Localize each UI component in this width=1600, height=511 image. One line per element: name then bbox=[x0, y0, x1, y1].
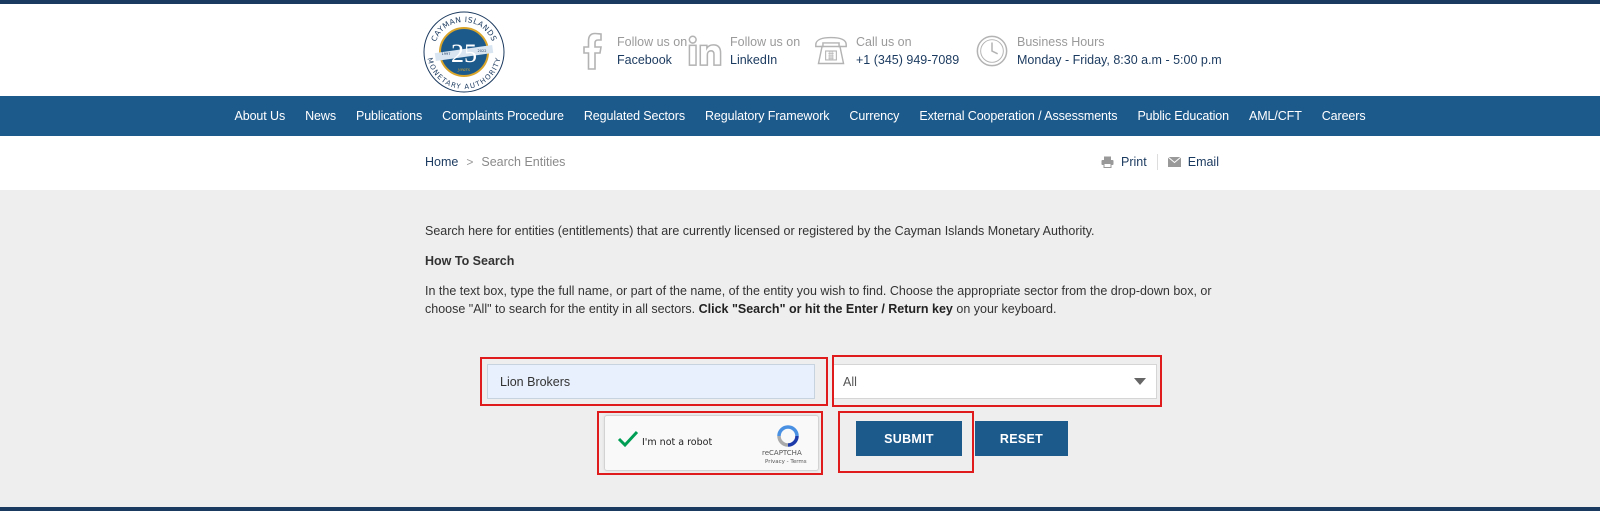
sector-select[interactable]: All bbox=[832, 364, 1157, 399]
email-button[interactable]: Email bbox=[1167, 155, 1219, 169]
nav-currency[interactable]: Currency bbox=[839, 109, 909, 123]
hours-label: Business Hours bbox=[1017, 35, 1105, 49]
telephone-icon bbox=[814, 31, 848, 71]
facebook-link[interactable]: Follow us on Facebook bbox=[575, 29, 687, 73]
tools-divider bbox=[1156, 154, 1158, 170]
phone-value[interactable]: +1 (345) 949-7089 bbox=[856, 51, 959, 69]
howto-body: In the text box, type the full name, or … bbox=[425, 282, 1215, 318]
nav-external-cooperation[interactable]: External Cooperation / Assessments bbox=[909, 109, 1127, 123]
breadcrumb-current: Search Entities bbox=[481, 155, 566, 169]
hours-value: Monday - Friday, 8:30 a.m - 5:00 p.m bbox=[1017, 53, 1222, 67]
svg-text:25: 25 bbox=[451, 39, 477, 68]
recaptcha-widget[interactable]: I'm not a robot reCAPTCHA Privacy - Term… bbox=[604, 415, 819, 471]
nav-complaints-procedure[interactable]: Complaints Procedure bbox=[432, 109, 574, 123]
nav-aml-cft[interactable]: AML/CFT bbox=[1239, 109, 1312, 123]
page-tools: Print Email bbox=[1101, 154, 1219, 170]
email-label: Email bbox=[1187, 155, 1219, 169]
linkedin-link[interactable]: Follow us on LinkedIn bbox=[688, 29, 800, 73]
recaptcha-brand: reCAPTCHA bbox=[762, 449, 802, 457]
reset-button[interactable]: RESET bbox=[975, 421, 1068, 456]
main-nav: About Us News Publications Complaints Pr… bbox=[0, 96, 1600, 136]
breadcrumb: Home > Search Entities bbox=[425, 155, 565, 169]
svg-text:2022: 2022 bbox=[478, 49, 487, 53]
recaptcha-label: I'm not a robot bbox=[642, 437, 713, 448]
breadcrumb-home[interactable]: Home bbox=[425, 155, 458, 169]
recaptcha-logo-icon bbox=[777, 425, 799, 447]
nav-publications[interactable]: Publications bbox=[346, 109, 432, 123]
business-hours: Business Hours Monday - Friday, 8:30 a.m… bbox=[975, 29, 1222, 73]
bottom-border bbox=[0, 507, 1600, 511]
breadcrumb-bar: Home > Search Entities Print Email bbox=[0, 136, 1600, 190]
chevron-down-icon bbox=[1134, 378, 1146, 385]
cima-logo[interactable]: CAYMAN ISLANDS MONETARY AUTHORITY 25 yea… bbox=[423, 11, 505, 93]
howto-text-2: on your keyboard. bbox=[952, 302, 1057, 316]
nav-regulatory-framework[interactable]: Regulatory Framework bbox=[695, 109, 839, 123]
print-label: Print bbox=[1121, 155, 1147, 169]
envelope-icon bbox=[1167, 157, 1181, 167]
facebook-icon bbox=[575, 31, 609, 71]
linkedin-label: Follow us on bbox=[730, 35, 801, 49]
entity-search-input[interactable] bbox=[487, 364, 815, 399]
nav-public-education[interactable]: Public Education bbox=[1127, 109, 1239, 123]
nav-regulated-sectors[interactable]: Regulated Sectors bbox=[574, 109, 695, 123]
submit-button[interactable]: SUBMIT bbox=[856, 421, 962, 456]
print-button[interactable]: Print bbox=[1101, 155, 1147, 169]
phone-contact[interactable]: Call us on +1 (345) 949-7089 bbox=[814, 29, 959, 73]
cima-25-years-seal-icon: CAYMAN ISLANDS MONETARY AUTHORITY 25 yea… bbox=[423, 11, 505, 93]
clock-icon bbox=[975, 31, 1009, 71]
sector-selected-value: All bbox=[843, 374, 857, 389]
svg-text:years: years bbox=[457, 67, 470, 73]
intro-text: Search here for entities (entitlements) … bbox=[425, 224, 1095, 238]
howto-text-bold: Click "Search" or hit the Enter / Return… bbox=[698, 302, 953, 316]
recaptcha-terms[interactable]: Privacy - Terms bbox=[765, 459, 807, 465]
printer-icon bbox=[1101, 156, 1114, 168]
facebook-value[interactable]: Facebook bbox=[617, 51, 687, 69]
site-header: CAYMAN ISLANDS MONETARY AUTHORITY 25 yea… bbox=[0, 4, 1600, 96]
svg-text:1997: 1997 bbox=[442, 52, 451, 56]
search-instructions: Search here for entities (entitlements) … bbox=[425, 222, 1215, 318]
linkedin-value[interactable]: LinkedIn bbox=[730, 51, 800, 69]
nav-news[interactable]: News bbox=[295, 109, 346, 123]
howto-title: How To Search bbox=[425, 254, 515, 268]
nav-about-us[interactable]: About Us bbox=[224, 109, 295, 123]
facebook-label: Follow us on bbox=[617, 35, 688, 49]
nav-careers[interactable]: Careers bbox=[1312, 109, 1376, 123]
breadcrumb-separator: > bbox=[466, 155, 474, 169]
linkedin-icon bbox=[688, 31, 722, 71]
phone-label: Call us on bbox=[856, 35, 912, 49]
checkmark-icon[interactable] bbox=[617, 430, 639, 448]
